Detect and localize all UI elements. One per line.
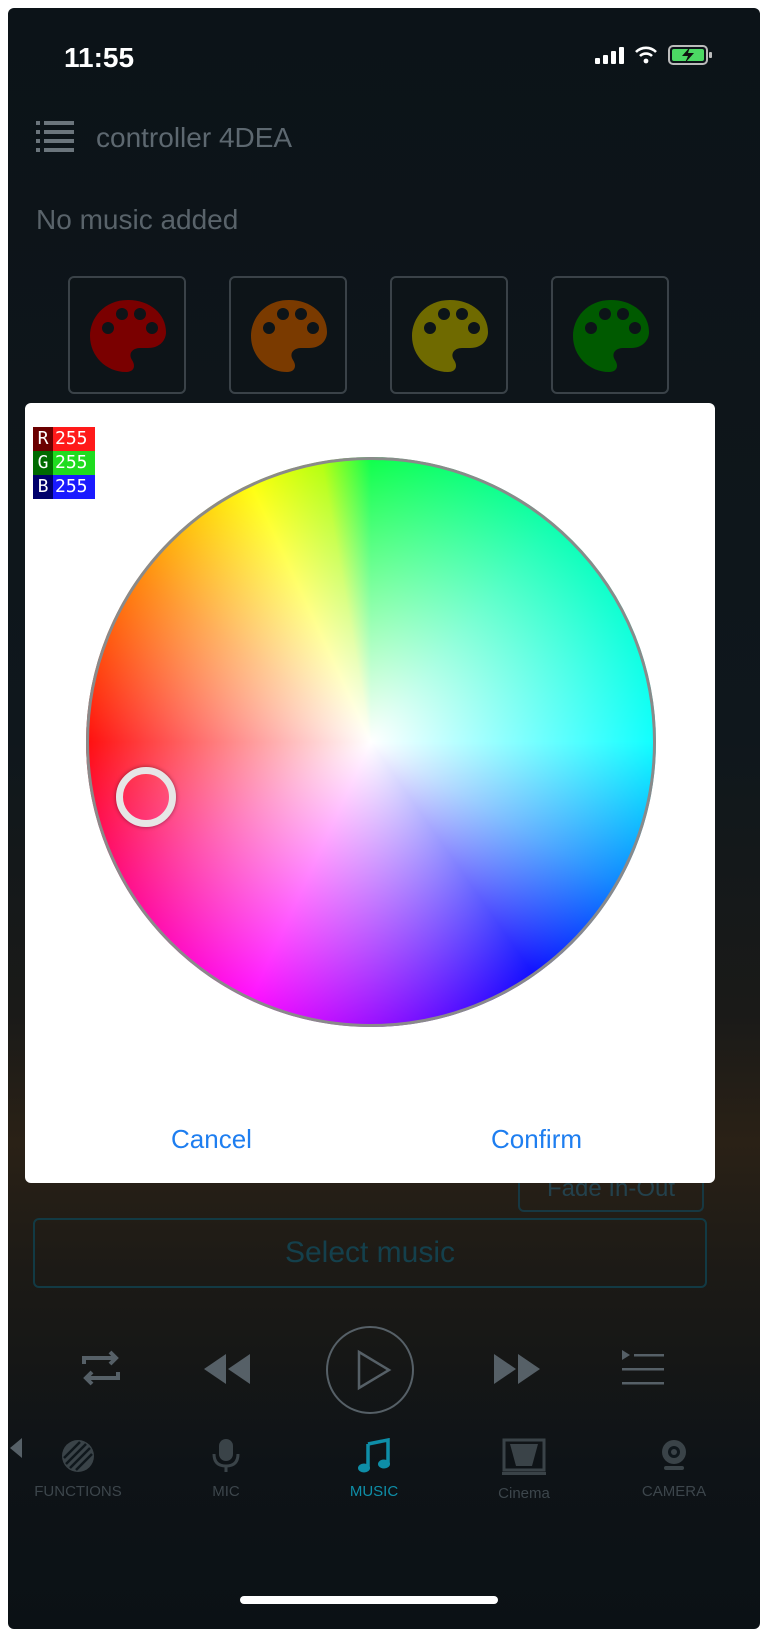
red-value: 255	[53, 427, 95, 451]
color-selector-handle[interactable]	[116, 767, 176, 827]
music-status: No music added	[36, 204, 239, 235]
play-icon	[357, 1349, 392, 1391]
repeat-icon[interactable]	[76, 1346, 126, 1390]
preset-orange[interactable]	[229, 276, 347, 394]
home-indicator	[240, 1596, 498, 1604]
red-readout: R 255	[33, 427, 95, 451]
red-label: R	[33, 427, 53, 451]
tab-camera[interactable]: CAMERA	[614, 1438, 734, 1500]
camera-icon	[662, 1440, 686, 1470]
cinema-icon	[502, 1438, 546, 1475]
tab-functions[interactable]: FUNCTIONS	[18, 1438, 138, 1500]
music-note-icon	[358, 1437, 390, 1473]
rewind-icon[interactable]	[204, 1354, 250, 1384]
tab-label: CAMERA	[641, 1483, 707, 1500]
tab-label: Cinema	[498, 1485, 550, 1502]
cellular-signal-icon	[595, 46, 624, 64]
wifi-icon	[635, 46, 657, 64]
tab-label: FUNCTIONS	[34, 1483, 122, 1500]
battery-charging-icon	[668, 45, 712, 65]
menu-icon[interactable]	[36, 118, 76, 158]
color-picker-dialog: R 255 G 255 B 255 Cancel Confirm	[25, 403, 715, 1183]
status-time: 11:55	[64, 42, 135, 73]
play-button[interactable]	[326, 1326, 414, 1414]
color-wheel[interactable]	[86, 457, 656, 1027]
cancel-button[interactable]: Cancel	[165, 1123, 258, 1156]
functions-icon	[62, 1440, 94, 1472]
palette-icon	[251, 300, 327, 372]
confirm-button[interactable]: Confirm	[485, 1123, 588, 1156]
status-icons	[595, 44, 714, 66]
preset-yellow[interactable]	[390, 276, 508, 394]
palette-icon	[90, 300, 166, 372]
blue-label: B	[33, 475, 53, 499]
select-music-button[interactable]: Select music	[33, 1218, 707, 1288]
tab-music[interactable]: MUSIC	[314, 1437, 434, 1500]
tab-mic[interactable]: MIC	[166, 1438, 286, 1500]
app-screen: 11:55 controller 4DEA No music added Fad…	[8, 8, 760, 1629]
tab-label: MUSIC	[349, 1483, 399, 1500]
playlist-icon[interactable]	[620, 1348, 666, 1392]
preset-green[interactable]	[551, 276, 669, 394]
tab-cinema[interactable]: Cinema	[464, 1438, 584, 1502]
tab-label: MIC	[212, 1483, 240, 1500]
wheel-rim	[86, 457, 656, 1027]
green-label: G	[33, 451, 53, 475]
app-title: controller 4DEA	[96, 122, 293, 153]
preset-red[interactable]	[68, 276, 186, 394]
palette-icon	[412, 300, 488, 372]
fast-forward-icon[interactable]	[494, 1354, 540, 1384]
palette-icon	[573, 300, 649, 372]
mic-icon	[212, 1439, 240, 1472]
